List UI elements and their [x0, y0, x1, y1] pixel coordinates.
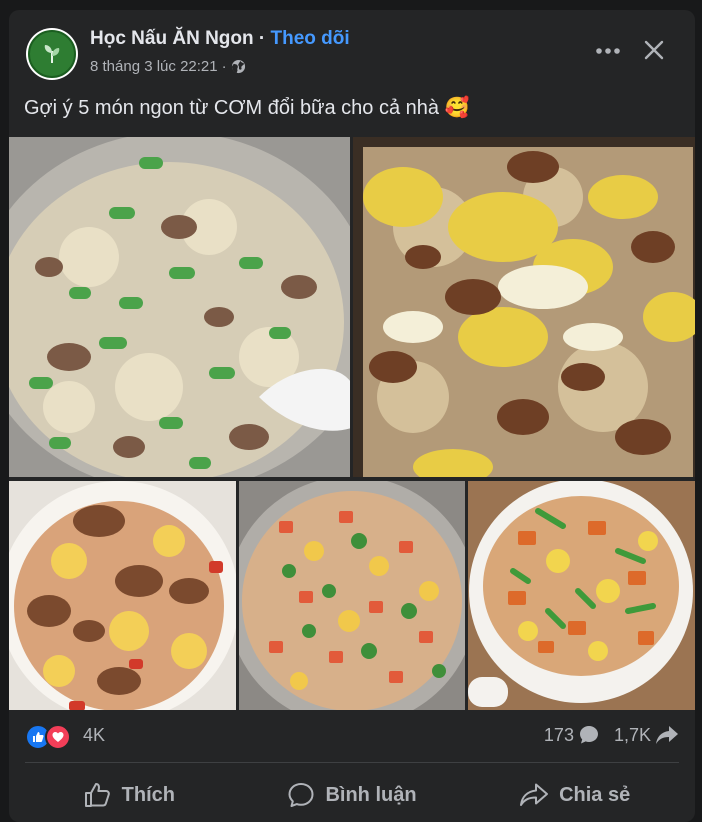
- page-name-line: Học Nấu ĂN Ngon · Theo dõi: [90, 28, 350, 50]
- comments-count[interactable]: 173: [544, 725, 574, 746]
- page-avatar[interactable]: [26, 28, 78, 80]
- close-icon: [644, 40, 664, 60]
- like-button[interactable]: Thích: [18, 770, 241, 820]
- post-caption: Gợi ý 5 món ngon từ CƠM đổi bữa cho cả n…: [24, 97, 470, 119]
- close-button[interactable]: [639, 35, 669, 65]
- post-card: Học Nấu ĂN Ngon · Theo dõi 8 tháng 3 lúc…: [9, 10, 695, 822]
- comment-icon: [288, 783, 314, 807]
- photo-1-image: [9, 137, 350, 477]
- reaction-icons[interactable]: [25, 724, 71, 750]
- photo-1[interactable]: [9, 137, 350, 477]
- comment-bubble-icon: [579, 726, 598, 744]
- post-meta: 8 tháng 3 lúc 22:21 ·: [90, 58, 246, 75]
- share-label: Chia sẻ: [559, 783, 631, 806]
- comment-share-counts: 173 1,7K: [544, 724, 679, 746]
- meta-separator: ·: [221, 58, 227, 75]
- photo-4-image: [239, 481, 465, 710]
- comment-button[interactable]: Bình luận: [241, 770, 464, 820]
- page-name-link[interactable]: Học Nấu ĂN Ngon: [90, 28, 254, 49]
- share-button[interactable]: Chia sẻ: [463, 770, 686, 820]
- leaf-logo-icon: [28, 30, 76, 78]
- globe-icon: [231, 59, 245, 74]
- follow-button[interactable]: Theo dõi: [271, 28, 350, 49]
- photo-3-image: [9, 481, 236, 710]
- post-actions: Thích Bình luận Chia sẻ: [18, 770, 686, 820]
- photo-4[interactable]: [239, 481, 465, 710]
- engagement-stats: 4K 173 1,7K: [25, 722, 679, 750]
- love-reaction-icon: [45, 724, 71, 750]
- photo-3[interactable]: [9, 481, 236, 710]
- more-options-button[interactable]: [592, 37, 624, 65]
- photo-5[interactable]: [468, 481, 695, 710]
- actions-divider: [25, 762, 679, 763]
- name-separator: ·: [258, 28, 266, 49]
- photo-2[interactable]: [353, 137, 695, 477]
- share-icon: [520, 783, 549, 806]
- photo-5-image: [468, 481, 695, 710]
- reactions-count[interactable]: 4K: [83, 725, 105, 746]
- like-label: Thích: [121, 783, 175, 806]
- photo-2-image: [353, 137, 695, 477]
- more-horizontal-icon: [596, 48, 620, 54]
- shares-count[interactable]: 1,7K: [614, 725, 651, 746]
- post-timestamp[interactable]: 8 tháng 3 lúc 22:21: [90, 58, 218, 75]
- comment-label: Bình luận: [325, 783, 417, 806]
- share-arrow-icon: [656, 726, 678, 744]
- thumbs-up-icon: [84, 783, 110, 807]
